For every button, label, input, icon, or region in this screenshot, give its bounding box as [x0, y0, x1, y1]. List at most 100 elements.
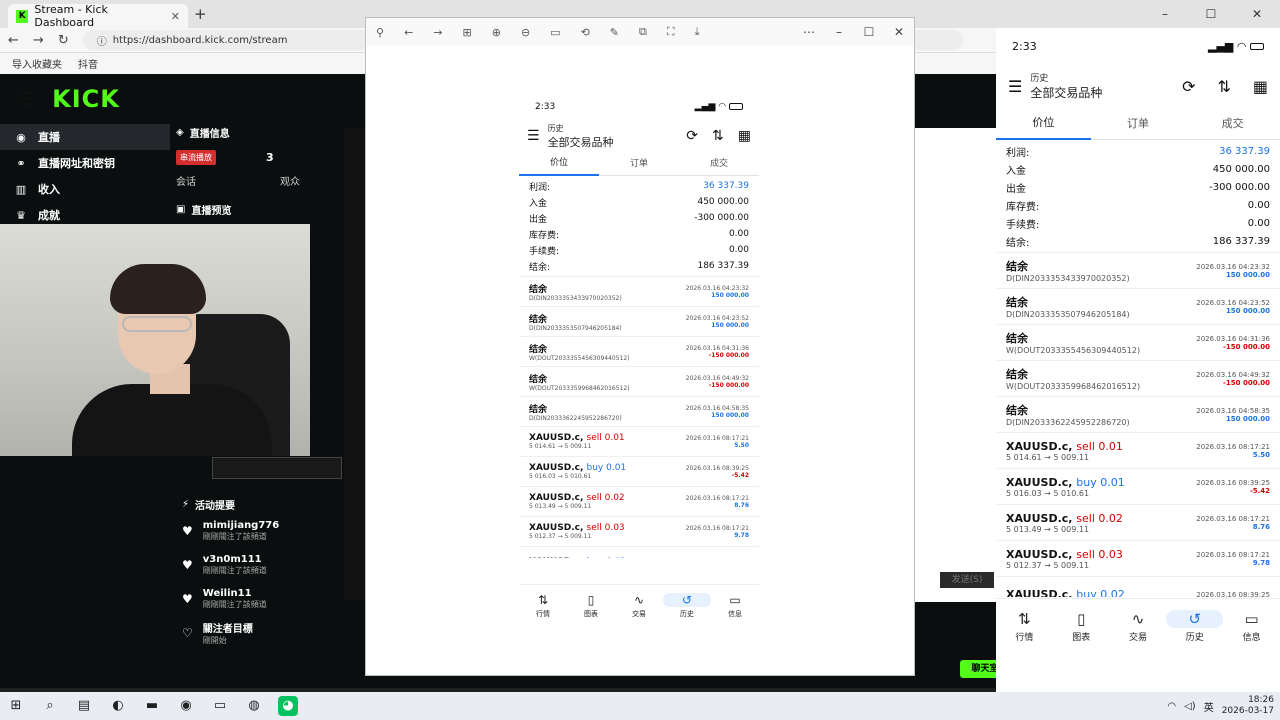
tab-orders[interactable]: 订单: [1091, 109, 1186, 139]
edge-icon[interactable]: ◐: [108, 696, 128, 716]
sidebar-item-income[interactable]: ▥ 收入: [0, 176, 170, 202]
nav-item[interactable]: ⇅ 行情: [519, 593, 567, 619]
entry-date: 2026.03.16 04:58:35: [1196, 406, 1270, 415]
obs-icon[interactable]: ◍: [244, 696, 264, 716]
task-view-icon[interactable]: ▤: [74, 696, 94, 716]
volume-icon[interactable]: ◁): [1184, 701, 1196, 712]
nav-item[interactable]: ↺ 历史: [663, 592, 711, 619]
nav-item[interactable]: ∿ 交易: [1110, 610, 1167, 643]
edit-icon[interactable]: ✎: [610, 26, 619, 39]
zoom-in-icon[interactable]: ⊕: [492, 26, 501, 39]
tab-positions[interactable]: 价位: [996, 108, 1091, 140]
list-item[interactable]: XAUUSD.c, sell 0.03 5 012.37 → 5 009.11 20…: [996, 540, 1280, 576]
list-item[interactable]: 结余 D(DIN2033353433970020352) 2026.03.16 04…: [996, 252, 1280, 288]
entry-side: buy 0.02: [587, 557, 627, 559]
list-item[interactable]: 结余 W(DOUT2033355456309440512) 2026.03.16 0…: [996, 324, 1280, 360]
kick-logo[interactable]: KICK: [52, 85, 120, 113]
nav-item[interactable]: ▭ 信息: [711, 593, 759, 619]
bookmark-douyin[interactable]: 抖音: [78, 56, 98, 71]
folder-icon[interactable]: ▭: [210, 696, 230, 716]
tab-deals[interactable]: 成交: [1185, 109, 1280, 139]
send-button[interactable]: 发送(S): [940, 572, 994, 588]
hamburger-menu-icon[interactable]: ☰: [527, 128, 540, 144]
close-tab-icon[interactable]: ✕: [171, 10, 180, 23]
pin-icon[interactable]: ⚲: [376, 26, 384, 39]
currency-icon[interactable]: ⟳: [1182, 77, 1195, 96]
list-item[interactable]: 结余 W(DOUT2033355456309440512) 2026.03.16 0…: [519, 336, 759, 366]
calendar-icon[interactable]: ▦: [738, 128, 751, 144]
currency-icon[interactable]: ⟳: [686, 128, 698, 144]
sidebar-item-stream[interactable]: ◉ 直播: [0, 124, 170, 150]
tab-positions[interactable]: 价位: [519, 152, 599, 176]
maximize-icon[interactable]: ☐: [1188, 7, 1234, 21]
explorer-icon[interactable]: ▬: [142, 696, 162, 716]
list-item[interactable]: 结余 D(DIN2033353433970020352) 2026.03.16 04…: [519, 276, 759, 306]
nav-item[interactable]: ▭ 信息: [1223, 610, 1280, 643]
input-language[interactable]: 英: [1204, 699, 1214, 714]
start-icon[interactable]: ⊞: [6, 696, 26, 716]
wifi-icon[interactable]: ◠: [1167, 701, 1176, 712]
forward-icon[interactable]: →: [33, 33, 44, 48]
copy-icon[interactable]: ⧉: [639, 25, 647, 39]
list-item[interactable]: 结余 D(DIN2033353507946205184) 2026.03.16 04…: [519, 306, 759, 336]
browser-tab[interactable]: K Stream - Kick Dashboard ✕: [8, 3, 188, 29]
list-item[interactable]: XAUUSD.c, sell 0.02 5 013.49 → 5 009.11 20…: [519, 486, 759, 516]
entry-date: 2026.03.16 08:17:21: [685, 434, 749, 442]
list-item[interactable]: 结余 D(DIN2033353507946205184) 2026.03.16 04…: [996, 288, 1280, 324]
sidebar-item-stream-key[interactable]: ⚭ 直播网址和密钥: [0, 150, 170, 176]
clock[interactable]: 18:26 2026-03-17: [1222, 695, 1274, 717]
reload-icon[interactable]: ↻: [58, 33, 69, 48]
list-item[interactable]: XAUUSD.c, buy 0.022026.03.16 08:39:25: [996, 576, 1280, 597]
sort-icon[interactable]: ⇅: [712, 128, 724, 144]
list-item[interactable]: XAUUSD.c, sell 0.03 5 012.37 → 5 009.11 20…: [519, 516, 759, 546]
entry-amount: 5.50: [1252, 450, 1270, 459]
wechat-icon[interactable]: ◕: [278, 696, 298, 716]
hamburger-menu-icon[interactable]: ☰: [1008, 77, 1022, 96]
minimize-icon[interactable]: –: [1142, 7, 1188, 21]
list-item[interactable]: 结余 D(DIN2033362245952286720) 2026.03.16 04…: [996, 396, 1280, 432]
hamburger-menu-icon[interactable]: ☰: [18, 89, 34, 110]
heart-outline-icon: ♡: [182, 626, 193, 640]
sort-icon[interactable]: ⇅: [1217, 77, 1230, 96]
list-item[interactable]: XAUUSD.c, sell 0.01 5 014.61 → 5 009.11 20…: [996, 432, 1280, 468]
list-item[interactable]: 结余 W(DOUT2033359968462016512) 2026.03.16 0…: [519, 366, 759, 396]
next-icon[interactable]: →: [433, 26, 442, 39]
nav-item[interactable]: ▯ 图表: [1053, 610, 1110, 643]
bookmark-import[interactable]: 导入收藏夹: [12, 56, 62, 71]
nav-item[interactable]: ∿ 交易: [615, 593, 663, 619]
tab-orders[interactable]: 订单: [599, 153, 679, 175]
list-item[interactable]: XAUUSD.c, sell 0.01 5 014.61 → 5 009.11 20…: [519, 426, 759, 456]
close-icon[interactable]: ✕: [884, 25, 914, 39]
minimize-icon[interactable]: –: [824, 25, 854, 39]
back-icon[interactable]: ←: [8, 33, 19, 48]
list-item[interactable]: XAUUSD.c, buy 0.01 5 016.03 → 5 010.61 202…: [519, 456, 759, 486]
nav-item[interactable]: ⇅ 行情: [996, 610, 1053, 643]
calendar-icon[interactable]: ▦: [1253, 77, 1268, 96]
more-icon[interactable]: ⋯: [794, 25, 824, 39]
entry-symbol: 结余: [529, 404, 548, 415]
list-item[interactable]: 结余 W(DOUT2033359968462016512) 2026.03.16 0…: [996, 360, 1280, 396]
grid-icon[interactable]: ⊞: [463, 26, 472, 39]
list-item[interactable]: XAUUSD.c, buy 0.01 5 016.03 → 5 010.61 202…: [996, 468, 1280, 504]
entry-symbol: XAUUSD.c,: [529, 493, 584, 503]
crop-icon[interactable]: ⛶: [667, 25, 675, 39]
maximize-icon[interactable]: ☐: [854, 25, 884, 39]
save-icon[interactable]: ⤓: [695, 25, 700, 39]
list-item[interactable]: XAUUSD.c, sell 0.02 5 013.49 → 5 009.11 20…: [996, 504, 1280, 540]
zoom-out-icon[interactable]: ⊖: [521, 26, 530, 39]
nav-item[interactable]: ↺ 历史: [1166, 610, 1224, 643]
fit-icon[interactable]: ▭: [550, 26, 560, 39]
close-window-icon[interactable]: ✕: [1234, 7, 1280, 21]
prev-icon[interactable]: ←: [404, 26, 413, 39]
tab-deals[interactable]: 成交: [679, 153, 759, 175]
search-icon[interactable]: ⌕: [40, 696, 60, 716]
entry-side: sell 0.02: [1076, 511, 1123, 525]
new-tab-button[interactable]: +: [194, 5, 207, 23]
list-item[interactable]: 结余 D(DIN2033362245952286720) 2026.03.16 04…: [519, 396, 759, 426]
site-info-icon[interactable]: ⓘ: [97, 33, 107, 48]
summary-value: 450 000.00: [1212, 163, 1270, 175]
rotate-icon[interactable]: ⟲: [581, 26, 590, 39]
chrome-icon[interactable]: ◉: [176, 696, 196, 716]
nav-item[interactable]: ▯ 图表: [567, 593, 615, 619]
list-item[interactable]: XAUUSD.c, buy 0.022026.03.16 08:39:25: [519, 546, 759, 558]
